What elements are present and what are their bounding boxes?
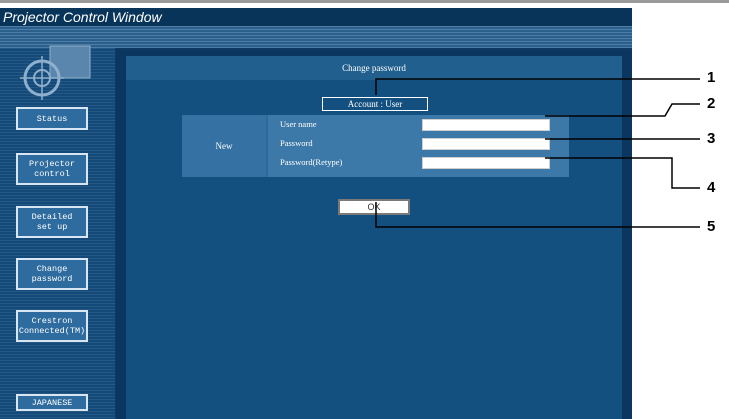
- callout-3: 3: [707, 130, 716, 147]
- callout-1: 1: [707, 69, 716, 86]
- callout-4: 4: [707, 179, 716, 196]
- callout-lines: [375, 78, 700, 228]
- callout-5: 5: [707, 218, 716, 235]
- callout-2: 2: [707, 95, 716, 112]
